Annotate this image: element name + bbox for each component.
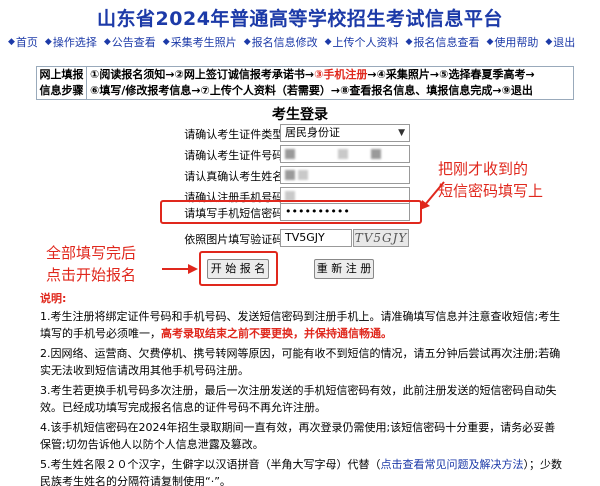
steps-line-2: ⑥填写/修改报考信息→⑦上传个人资料（若需要）→⑧查看报名信息、填报信息完成→⑨… (90, 84, 533, 97)
nav-home[interactable]: ◆ 首页 (8, 34, 38, 50)
sms-label: 请填写手机短信密码: (184, 207, 287, 220)
redacted-mark (371, 149, 381, 159)
name-label: 请认真确认考生姓名: (184, 170, 287, 183)
annotation-sms: 把刚才收到的 短信密码填写上 (438, 160, 544, 200)
nav-upload[interactable]: ◆ 上传个人资料 (325, 34, 399, 50)
faq-link[interactable]: 点击查看常见问题及解决方法 (381, 458, 524, 471)
captcha-row: 依照图片填写验证码: TV5GJY TV5GJY (160, 229, 420, 249)
id-type-row: 请确认考生证件类型: 居民身份证 ▼ (160, 124, 420, 144)
form-title: 考生登录 (272, 107, 328, 123)
nav-photo[interactable]: ◆ 采集考生照片 (163, 34, 237, 50)
annotation-register: 全部填写完后 点击开始报名 (46, 244, 137, 284)
captcha-input[interactable]: TV5GJY (280, 229, 352, 247)
arrow-annotation-sms (420, 181, 445, 210)
steps-label: 网上填报 信息步骤 (37, 67, 87, 99)
re-register-button[interactable]: 重 新 注 册 (314, 259, 374, 279)
diamond-icon: ◆ (405, 37, 413, 47)
arrow-annotation-register (162, 264, 198, 274)
id-number-row: 请确认考生证件号码: (160, 145, 420, 165)
chevron-down-icon: ▼ (398, 128, 405, 138)
redacted-mark (298, 170, 308, 180)
diamond-icon: ◆ (486, 37, 494, 47)
steps-body: ①阅读报名须知→②网上签订诚信报考承诺书→③手机注册→④采集照片→⑤选择春夏季高… (90, 67, 574, 99)
notes-section: 说明: 1.考生注册将绑定证件号码和手机号码、发送短信密码到注册手机上。请准确填… (40, 290, 564, 486)
diamond-icon: ◆ (545, 37, 553, 47)
redacted-mark (338, 149, 348, 159)
id-number-field[interactable] (280, 145, 410, 163)
captcha-image[interactable]: TV5GJY (353, 229, 409, 247)
id-type-select[interactable]: 居民身份证 ▼ (280, 124, 410, 142)
note-2: 2.因网络、运营商、欠费停机、携号转网等原因，可能有收不到短信的情况，请五分钟后… (40, 347, 561, 377)
nav-modify[interactable]: ◆ 报名信息修改 (244, 34, 318, 50)
nav-announcement[interactable]: ◆ 公告查看 (104, 34, 156, 50)
nav-operation[interactable]: ◆ 操作选择 (45, 34, 97, 50)
steps-line-1: ①阅读报名须知→②网上签订诚信报考承诺书→③手机注册→④采集照片→⑤选择春夏季高… (90, 68, 535, 81)
start-register-button[interactable]: 开 始 报 名 (207, 259, 269, 279)
note-4: 4.该手机短信密码在2024年招生录取期间一直有效，再次登录仍需使用;该短信密码… (40, 421, 556, 451)
nav-logout[interactable]: ◆ 退出 (545, 34, 575, 50)
name-row: 请认真确认考生姓名: (160, 166, 420, 186)
captcha-label: 依照图片填写验证码: (184, 233, 287, 246)
current-step: ③手机注册 (314, 68, 368, 81)
notes-heading: 说明: (40, 292, 67, 305)
diamond-icon: ◆ (103, 37, 111, 47)
sms-row: 请填写手机短信密码: •••••••••• (160, 203, 420, 223)
diamond-icon: ◆ (243, 37, 251, 47)
top-nav: ◆ 首页 ◆ 操作选择 ◆ 公告查看 ◆ 采集考生照片 ◆ 报名信息修改 ◆ 上传个人资料 … (8, 34, 598, 50)
diamond-icon: ◆ (324, 37, 332, 47)
redacted-mark (285, 149, 295, 159)
note-3: 3.考生若更换手机号码多次注册，最后一次注册发送的手机短信密码有效，此前注册发送… (40, 384, 557, 414)
redacted-mark (285, 170, 295, 180)
steps-panel: 网上填报 信息步骤 ①阅读报名须知→②网上签订诚信报考承诺书→③手机注册→④采集… (36, 66, 574, 100)
id-type-label: 请确认考生证件类型: (184, 128, 287, 141)
page-title: 山东省2024年普通高等学校招生考试信息平台 (97, 8, 503, 30)
nav-view[interactable]: ◆ 报名信息查看 (406, 34, 480, 50)
note-1: 1.考生注册将绑定证件号码和手机号码、发送短信密码到注册手机上。请准确填写信息并… (40, 310, 561, 340)
note-5: 5.考生姓名限２０个汉字，生僻字以汉语拼音（半角大写字母）代替（点击查看常见问题… (40, 458, 562, 486)
sms-password-field[interactable]: •••••••••• (280, 203, 410, 221)
diamond-icon: ◆ (8, 37, 15, 47)
name-field[interactable] (280, 166, 410, 184)
diamond-icon: ◆ (44, 37, 52, 47)
nav-help[interactable]: ◆ 使用帮助 (486, 34, 538, 50)
diamond-icon: ◆ (162, 37, 170, 47)
id-number-label: 请确认考生证件号码: (184, 149, 287, 162)
